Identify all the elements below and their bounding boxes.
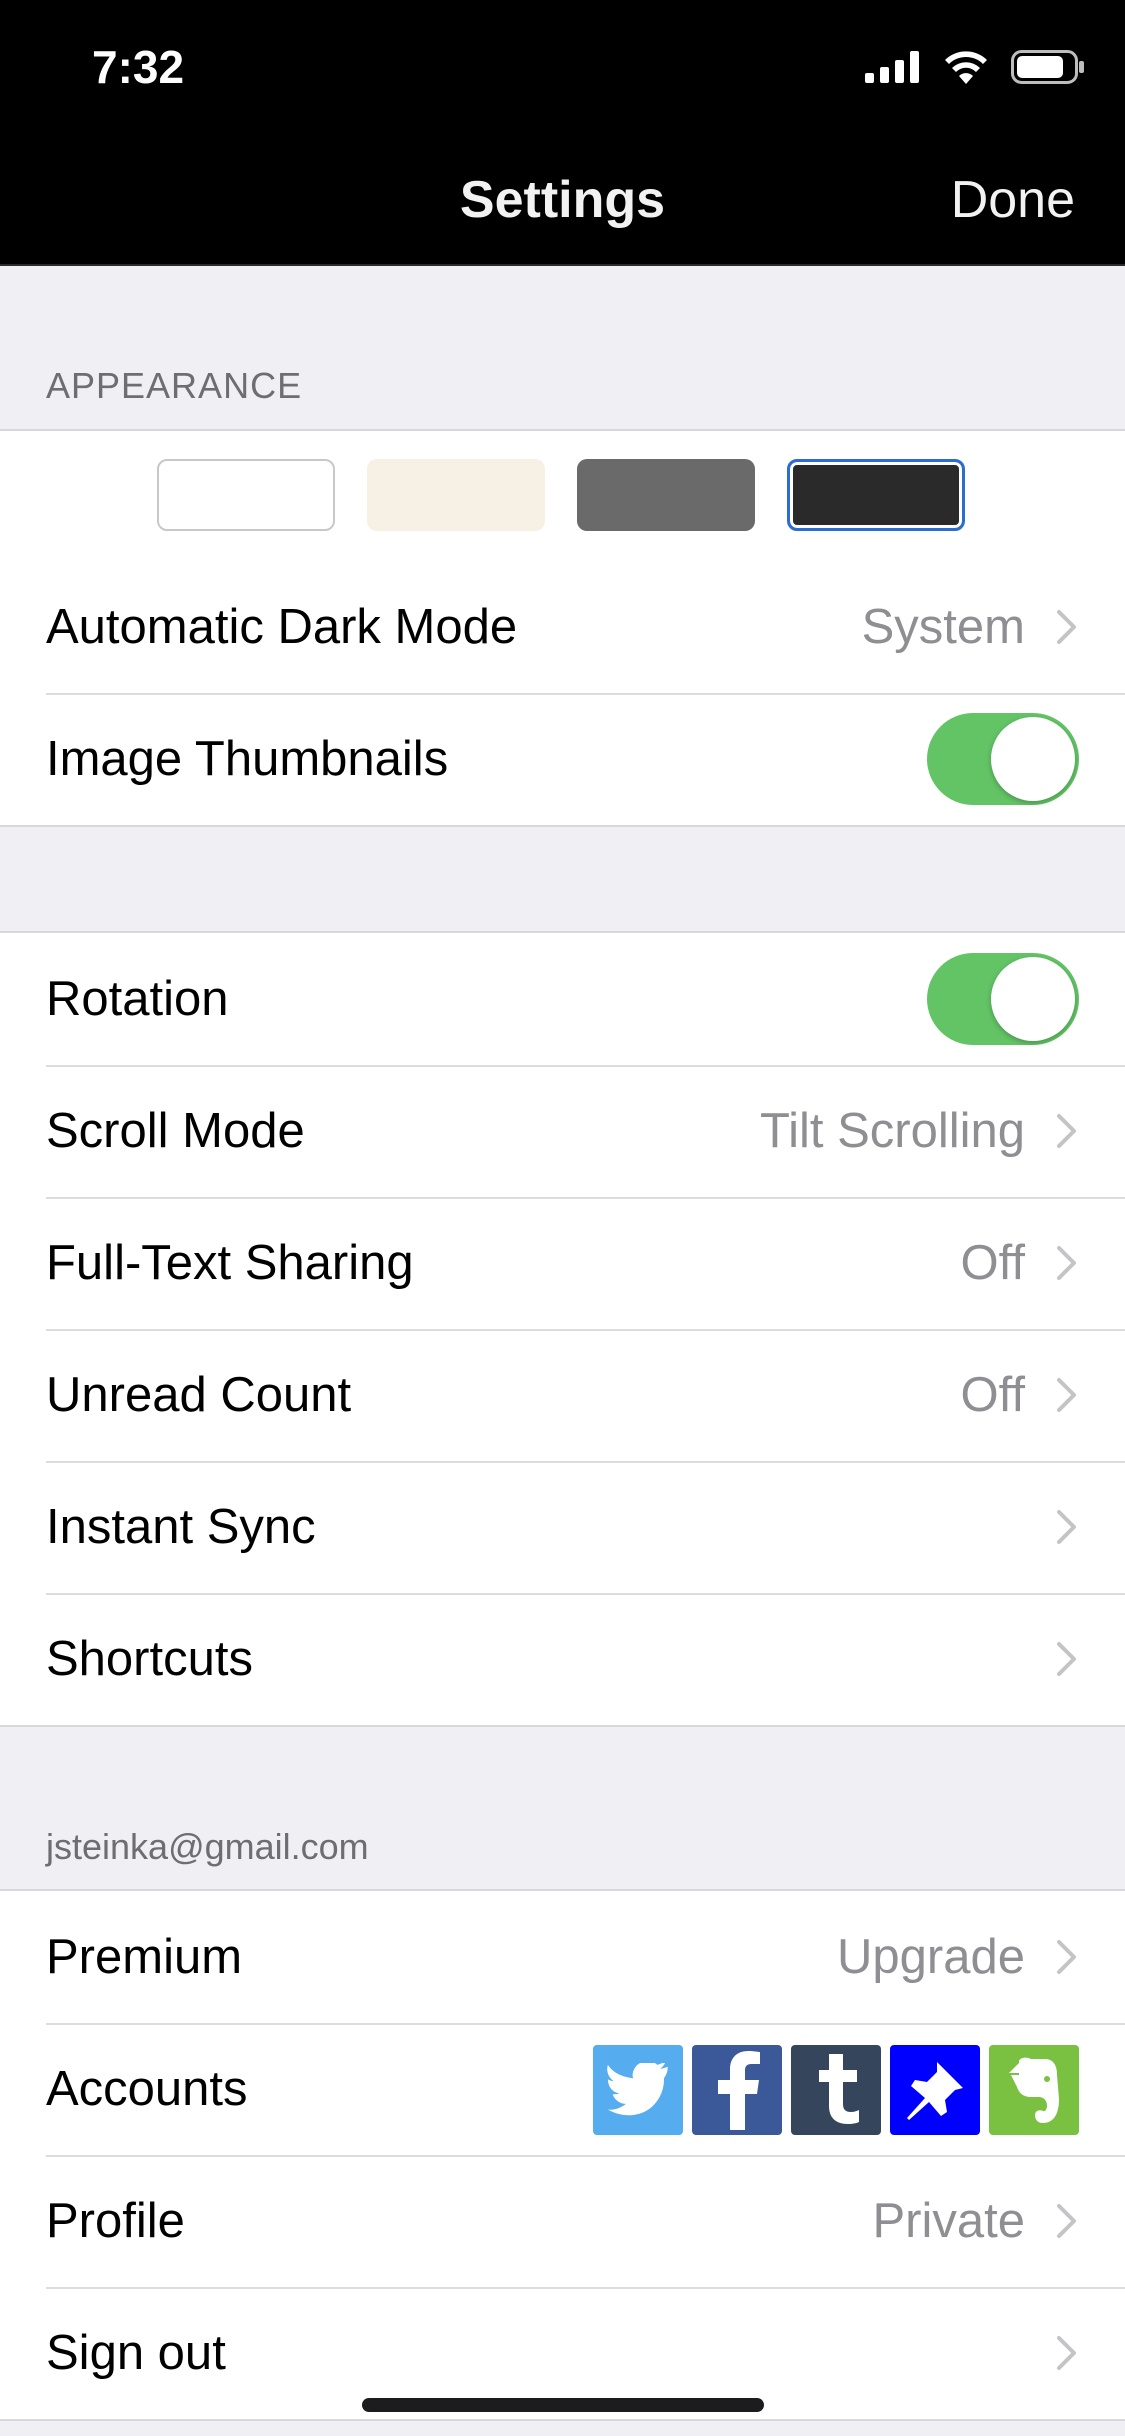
theme-dark-swatch[interactable] bbox=[787, 459, 965, 531]
automatic-dark-mode-row[interactable]: Automatic Dark Mode System bbox=[0, 561, 1125, 693]
account-email-header: jsteinka@gmail.com bbox=[46, 1826, 369, 1867]
rotation-toggle[interactable] bbox=[927, 953, 1079, 1045]
toggle-knob bbox=[991, 957, 1075, 1041]
image-thumbnails-row: Image Thumbnails bbox=[0, 693, 1125, 825]
row-label: Accounts bbox=[46, 2062, 248, 2116]
appearance-group: Automatic Dark Mode System Image Thumbna… bbox=[0, 429, 1125, 827]
chevron-right-icon bbox=[1057, 1642, 1076, 1676]
row-label: Full-Text Sharing bbox=[46, 1236, 414, 1290]
cellular-signal-icon bbox=[865, 51, 919, 83]
chevron-right-icon bbox=[1057, 1114, 1076, 1148]
instant-sync-row[interactable]: Instant Sync bbox=[0, 1461, 1125, 1593]
reading-group: Rotation Scroll Mode Tilt Scrolling Full… bbox=[0, 931, 1125, 1727]
row-label: Shortcuts bbox=[46, 1632, 253, 1686]
accounts-row: Accounts bbox=[0, 2023, 1125, 2155]
wifi-icon bbox=[945, 51, 987, 84]
row-label: Premium bbox=[46, 1930, 243, 1984]
theme-gray-swatch[interactable] bbox=[577, 459, 755, 531]
rotation-row: Rotation bbox=[0, 933, 1125, 1065]
chevron-right-icon bbox=[1057, 610, 1076, 644]
toggle-knob bbox=[991, 717, 1075, 801]
row-value: Off bbox=[960, 1236, 1025, 1290]
tumblr-icon[interactable] bbox=[791, 2045, 881, 2135]
shortcuts-row[interactable]: Shortcuts bbox=[0, 1593, 1125, 1725]
row-label: Automatic Dark Mode bbox=[46, 600, 518, 654]
row-value: Upgrade bbox=[837, 1930, 1025, 1984]
unread-count-row[interactable]: Unread Count Off bbox=[0, 1329, 1125, 1461]
pinboard-icon[interactable] bbox=[890, 2045, 980, 2135]
row-label: Profile bbox=[46, 2194, 185, 2248]
twitter-icon[interactable] bbox=[593, 2045, 683, 2135]
row-label: Sign out bbox=[46, 2326, 226, 2380]
row-label: Image Thumbnails bbox=[46, 732, 449, 786]
appearance-section-header: APPEARANCE bbox=[46, 365, 303, 406]
scroll-mode-row[interactable]: Scroll Mode Tilt Scrolling bbox=[0, 1065, 1125, 1197]
status-time: 7:32 bbox=[92, 41, 185, 93]
battery-icon bbox=[1011, 50, 1084, 84]
chevron-right-icon bbox=[1057, 1940, 1076, 1974]
row-value: Private bbox=[872, 2194, 1025, 2248]
theme-swatches bbox=[0, 431, 1125, 561]
row-label: Scroll Mode bbox=[46, 1104, 305, 1158]
connected-accounts bbox=[593, 2045, 1079, 2135]
facebook-icon[interactable] bbox=[692, 2045, 782, 2135]
status-bar: 7:32 bbox=[0, 0, 1125, 140]
status-icons bbox=[865, 50, 1085, 84]
navigation-bar: Settings Done bbox=[0, 140, 1125, 266]
row-value: Off bbox=[960, 1368, 1025, 1422]
theme-sepia-swatch[interactable] bbox=[367, 459, 545, 531]
chevron-right-icon bbox=[1057, 1378, 1076, 1412]
row-label: Unread Count bbox=[46, 1368, 352, 1422]
profile-row[interactable]: Profile Private bbox=[0, 2155, 1125, 2287]
full-text-sharing-row[interactable]: Full-Text Sharing Off bbox=[0, 1197, 1125, 1329]
row-label: Rotation bbox=[46, 972, 229, 1026]
evernote-icon[interactable] bbox=[989, 2045, 1079, 2135]
home-indicator[interactable] bbox=[362, 2398, 764, 2412]
done-button[interactable]: Done bbox=[951, 170, 1075, 230]
chevron-right-icon bbox=[1057, 2336, 1076, 2370]
row-label: Instant Sync bbox=[46, 1500, 316, 1554]
chevron-right-icon bbox=[1057, 1246, 1076, 1280]
theme-white-swatch[interactable] bbox=[157, 459, 335, 531]
chevron-right-icon bbox=[1057, 2204, 1076, 2238]
row-value: Tilt Scrolling bbox=[759, 1104, 1025, 1158]
row-value: System bbox=[861, 600, 1025, 654]
chevron-right-icon bbox=[1057, 1510, 1076, 1544]
premium-row[interactable]: Premium Upgrade bbox=[0, 1891, 1125, 2023]
image-thumbnails-toggle[interactable] bbox=[927, 713, 1079, 805]
account-group: Premium Upgrade Accounts Profile Private bbox=[0, 1889, 1125, 2421]
